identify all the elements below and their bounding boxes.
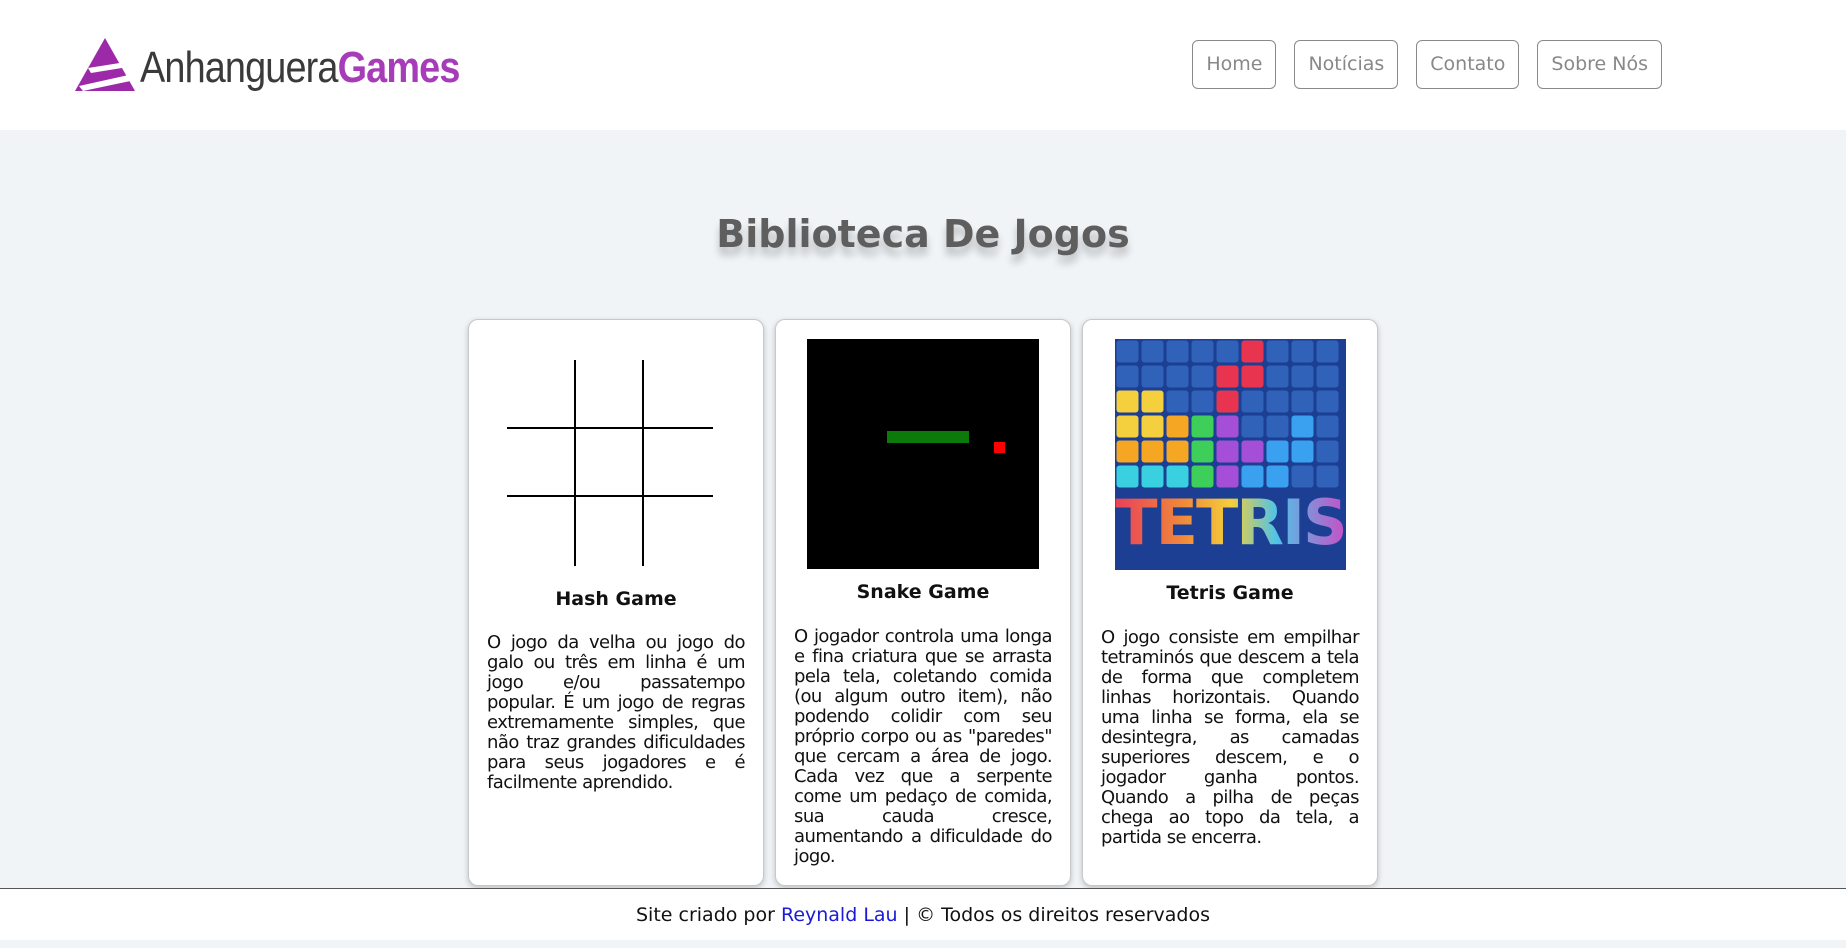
tetris-empty-cell xyxy=(1191,340,1214,363)
tetris-logo-icon[interactable]: TETRIS xyxy=(1115,339,1346,570)
tetris-block xyxy=(1266,440,1289,463)
tetris-empty-cell xyxy=(1291,390,1314,413)
tetris-block xyxy=(1216,390,1239,413)
game-description: O jogo consiste em empilhar tetraminós q… xyxy=(1101,627,1360,848)
snake-food xyxy=(994,442,1005,453)
tetris-block xyxy=(1241,340,1264,363)
game-title: Snake Game xyxy=(856,581,990,603)
tetris-block xyxy=(1116,415,1139,438)
tetris-block xyxy=(1291,415,1314,438)
tetris-empty-cell xyxy=(1116,340,1139,363)
tetris-empty-cell xyxy=(1191,365,1214,388)
tetris-block xyxy=(1216,440,1239,463)
tetris-block xyxy=(1141,465,1164,488)
tetris-empty-cell xyxy=(1291,365,1314,388)
tetris-block xyxy=(1141,390,1164,413)
tetris-block xyxy=(1166,415,1189,438)
game-description: O jogador controla uma longa e fina cria… xyxy=(794,626,1053,867)
tetris-empty-cell xyxy=(1216,340,1239,363)
game-description: O jogo da velha ou jogo do galo ou três … xyxy=(487,632,746,793)
game-title: Hash Game xyxy=(555,588,677,610)
tetris-block xyxy=(1116,390,1139,413)
tetris-block xyxy=(1216,415,1239,438)
tetris-block xyxy=(1141,440,1164,463)
footer-author-link[interactable]: Reynald Lau xyxy=(781,904,898,926)
tetris-empty-cell xyxy=(1266,415,1289,438)
tetris-block xyxy=(1216,465,1239,488)
tetris-empty-cell xyxy=(1316,340,1339,363)
tetris-block xyxy=(1191,465,1214,488)
site-footer: Site criado por Reynald Lau | © Todos os… xyxy=(0,888,1846,940)
game-card-hash[interactable]: Hash Game O jogo da velha ou jogo do gal… xyxy=(468,319,764,886)
game-card-tetris[interactable]: TETRIS Tetris Game O jogo consiste em em… xyxy=(1082,319,1378,886)
tetris-empty-cell xyxy=(1166,390,1189,413)
tetris-empty-cell xyxy=(1266,390,1289,413)
tetris-block xyxy=(1166,440,1189,463)
tetris-block xyxy=(1166,465,1189,488)
tetris-block xyxy=(1266,465,1289,488)
snake-game-screen-icon[interactable] xyxy=(807,339,1039,569)
tetris-empty-cell xyxy=(1316,440,1339,463)
tetris-empty-cell xyxy=(1316,465,1339,488)
tetris-wordmark: TETRIS xyxy=(1115,486,1346,559)
nav-home-button[interactable]: Home xyxy=(1192,40,1277,89)
footer-suffix: | © Todos os direitos reservados xyxy=(897,904,1210,926)
page-title: Biblioteca De Jogos xyxy=(716,212,1130,256)
tetris-block xyxy=(1241,440,1264,463)
tetris-empty-cell xyxy=(1316,415,1339,438)
nav-sobre-nos-button[interactable]: Sobre Nós xyxy=(1537,40,1662,89)
game-card-snake[interactable]: Snake Game O jogador controla uma longa … xyxy=(775,319,1071,886)
brand-logo[interactable]: AnhangueraGames xyxy=(74,36,512,92)
footer-prefix: Site criado por xyxy=(636,904,781,926)
tetris-empty-cell xyxy=(1291,465,1314,488)
tetris-empty-cell xyxy=(1241,390,1264,413)
anhanguera-triangle-icon xyxy=(75,38,135,91)
tetris-blocks xyxy=(1116,340,1339,488)
tetris-empty-cell xyxy=(1116,365,1139,388)
site-header: AnhangueraGames Home Notícias Contato So… xyxy=(0,0,1846,130)
tetris-empty-cell xyxy=(1166,340,1189,363)
nav-noticias-button[interactable]: Notícias xyxy=(1294,40,1399,89)
tetris-block xyxy=(1191,440,1214,463)
tic-tac-toe-grid-icon[interactable] xyxy=(507,360,713,566)
tetris-empty-cell xyxy=(1266,365,1289,388)
brand-name: AnhangueraGames xyxy=(140,44,460,92)
tetris-block xyxy=(1141,415,1164,438)
tetris-block xyxy=(1191,415,1214,438)
tetris-empty-cell xyxy=(1266,340,1289,363)
tetris-empty-cell xyxy=(1316,390,1339,413)
tetris-empty-cell xyxy=(1191,390,1214,413)
game-title: Tetris Game xyxy=(1166,582,1294,604)
tetris-block xyxy=(1291,440,1314,463)
tetris-block xyxy=(1241,365,1264,388)
main-nav: Home Notícias Contato Sobre Nós xyxy=(1192,40,1662,89)
tetris-block xyxy=(1116,440,1139,463)
brand-name-part1: Anhanguera xyxy=(140,43,338,92)
nav-contato-button[interactable]: Contato xyxy=(1416,40,1520,89)
tetris-block xyxy=(1216,365,1239,388)
brand-name-part2: Games xyxy=(337,43,461,92)
tetris-block xyxy=(1116,465,1139,488)
tetris-empty-cell xyxy=(1141,340,1164,363)
tetris-empty-cell xyxy=(1241,415,1264,438)
tetris-empty-cell xyxy=(1291,340,1314,363)
tetris-empty-cell xyxy=(1166,365,1189,388)
tetris-empty-cell xyxy=(1141,365,1164,388)
tetris-block xyxy=(1241,465,1264,488)
snake-body xyxy=(887,431,969,443)
tetris-empty-cell xyxy=(1316,365,1339,388)
